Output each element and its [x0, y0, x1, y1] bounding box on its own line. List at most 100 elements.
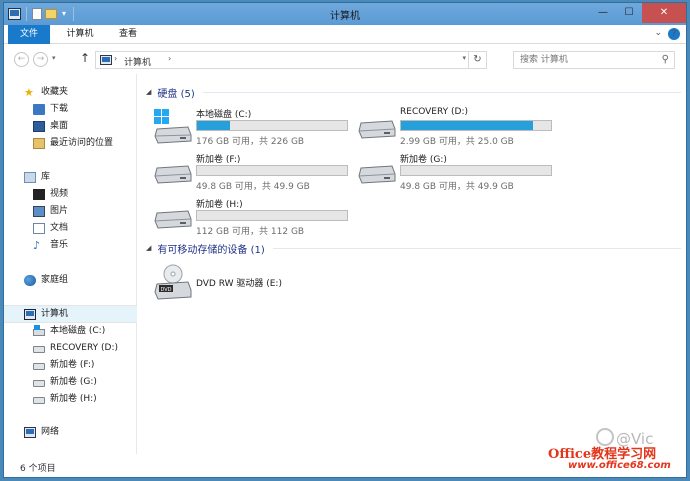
collapse-arrow-icon[interactable]: ◢: [146, 244, 151, 252]
drive-usage-bar: [400, 165, 552, 176]
ribbon-right: ⌄ ?: [654, 28, 680, 40]
sidebar-item-label: 新加卷 (G:): [50, 377, 97, 387]
ribbon-tabs: 文件 计算机 查看 ⌄ ?: [4, 25, 686, 44]
recent-locations-dropdown-icon[interactable]: ▾: [52, 54, 56, 62]
title-bar: ▾ 计算机 — ☐ ✕: [4, 3, 686, 25]
window-controls: — ☐ ✕: [590, 3, 686, 23]
sidebar-item-recent-places[interactable]: 最近访问的位置: [4, 135, 137, 151]
drive-icon: [33, 363, 45, 370]
address-bar[interactable]: › 计算机 › ▾ ↻: [95, 51, 487, 69]
sidebar-item-label: 库: [41, 172, 51, 182]
up-button[interactable]: ↑: [80, 51, 90, 65]
sidebar-item-libraries[interactable]: 库: [4, 169, 137, 185]
minimize-button[interactable]: —: [590, 3, 616, 23]
network-icon: [24, 426, 36, 438]
close-button[interactable]: ✕: [642, 3, 686, 23]
drive-space-info: 176 GB 可用，共 226 GB: [196, 137, 305, 147]
collapse-arrow-icon[interactable]: ◢: [146, 88, 151, 96]
sidebar-item-homegroup[interactable]: 家庭组: [4, 272, 137, 288]
content-pane: ◢ 硬盘 (5) 本地磁盘 (C:) 176 GB 可用，共 226 GB RE…: [138, 74, 686, 454]
group-header-removable[interactable]: ◢ 有可移动存储的设备 (1): [146, 240, 681, 256]
search-box[interactable]: ⚲: [513, 51, 675, 69]
group-header-harddisks[interactable]: ◢ 硬盘 (5): [146, 84, 681, 100]
sidebar-item-label: 本地磁盘 (C:): [50, 326, 106, 336]
sidebar-item-music[interactable]: ♪ 音乐: [4, 237, 137, 253]
drive-usage-bar: [400, 120, 552, 131]
drive-icon: [154, 210, 192, 229]
sidebar-item-documents[interactable]: 文档: [4, 220, 137, 236]
windows-drive-icon: [154, 109, 192, 144]
sidebar-item-drive-h[interactable]: 新加卷 (H:): [4, 391, 137, 407]
sidebar-item-videos[interactable]: 视频: [4, 186, 137, 202]
sidebar-item-drive-g[interactable]: 新加卷 (G:): [4, 374, 137, 390]
drive-tile-f[interactable]: 新加卷 (F:) 49.8 GB 可用，共 49.9 GB: [154, 152, 359, 196]
desktop-icon: [33, 120, 45, 132]
refresh-button[interactable]: ↻: [468, 52, 486, 68]
sidebar-item-desktop[interactable]: 桌面: [4, 118, 137, 134]
windows-drive-icon: [33, 325, 45, 336]
device-tile-dvd[interactable]: DVD DVD RW 驱动器 (E:): [154, 264, 354, 304]
sidebar-item-label: 音乐: [50, 240, 69, 250]
sidebar-item-favorites[interactable]: ★ 收藏夹: [4, 84, 137, 100]
sidebar-item-label: 新加卷 (H:): [50, 394, 97, 404]
computer-icon: [100, 55, 112, 65]
navigation-bar: ← → ▾ ↑ › 计算机 › ▾ ↻ ⚲: [4, 44, 686, 74]
group-divider: [202, 91, 681, 93]
explorer-window: ▾ 计算机 — ☐ ✕ 文件 计算机 查看 ⌄ ? ← → ▾ ↑ › 计算机 …: [3, 2, 687, 478]
sidebar-item-label: 收藏夹: [41, 87, 69, 97]
drive-tile-c[interactable]: 本地磁盘 (C:) 176 GB 可用，共 226 GB: [154, 107, 359, 151]
group-title: 硬盘 (5): [157, 88, 195, 100]
search-input[interactable]: [514, 52, 654, 68]
navigation-pane: ★ 收藏夹 下载 桌面 最近访问的位置 库 视频 图片 文档 ♪ 音乐 家庭组 …: [4, 74, 137, 454]
drive-usage-bar: [196, 120, 348, 131]
drive-tile-h[interactable]: 新加卷 (H:) 112 GB 可用，共 112 GB: [154, 197, 359, 241]
drive-tile-g[interactable]: 新加卷 (G:) 49.8 GB 可用，共 49.9 GB: [358, 152, 563, 196]
drive-usage-fill: [401, 121, 533, 130]
address-dropdown-icon[interactable]: ▾: [462, 54, 466, 62]
drive-tile-d[interactable]: RECOVERY (D:) 2.99 GB 可用，共 25.0 GB: [358, 107, 563, 151]
sidebar-item-pictures[interactable]: 图片: [4, 203, 137, 219]
sidebar-item-drive-c[interactable]: 本地磁盘 (C:): [4, 323, 137, 339]
drive-usage-bar: [196, 210, 348, 221]
drive-usage-bar: [196, 165, 348, 176]
tab-computer[interactable]: 计算机: [56, 25, 104, 44]
sidebar-item-label: 计算机: [41, 309, 69, 319]
watermark-url: www.office68.com: [568, 460, 671, 471]
drive-icon: [358, 120, 396, 139]
sidebar-item-network[interactable]: 网络: [4, 424, 137, 440]
help-icon[interactable]: ?: [668, 28, 680, 40]
search-icon[interactable]: ⚲: [662, 54, 669, 65]
drive-space-info: 49.8 GB 可用，共 49.9 GB: [400, 182, 514, 192]
star-icon: ★: [24, 85, 34, 99]
sidebar-item-label: 最近访问的位置: [50, 138, 114, 148]
sidebar-item-label: 图片: [50, 206, 69, 216]
tab-view[interactable]: 查看: [110, 25, 146, 44]
tab-file[interactable]: 文件: [8, 25, 50, 44]
drive-icon: [358, 165, 396, 184]
sidebar-item-label: 网络: [41, 427, 60, 437]
drive-icon: [33, 380, 45, 387]
breadcrumb-chevron-icon[interactable]: ›: [168, 54, 171, 63]
back-button[interactable]: ←: [14, 52, 29, 67]
drive-icon: [154, 165, 192, 184]
expand-ribbon-icon[interactable]: ⌄: [654, 28, 662, 40]
documents-icon: [33, 222, 45, 234]
sidebar-item-downloads[interactable]: 下载: [4, 101, 137, 117]
recent-places-icon: [33, 137, 45, 149]
drive-space-info: 49.8 GB 可用，共 49.9 GB: [196, 182, 310, 192]
downloads-folder-icon: [33, 103, 45, 115]
maximize-button[interactable]: ☐: [616, 3, 642, 23]
breadcrumb-chevron-icon[interactable]: ›: [114, 54, 117, 63]
sidebar-item-computer[interactable]: 计算机: [4, 305, 137, 323]
window-title: 计算机: [330, 11, 360, 22]
sidebar-item-label: 桌面: [50, 121, 69, 131]
drive-name: 新加卷 (G:): [400, 155, 447, 165]
breadcrumb-computer[interactable]: 计算机: [124, 55, 151, 68]
svg-text:DVD: DVD: [161, 287, 172, 293]
forward-button[interactable]: →: [33, 52, 48, 67]
homegroup-icon: [24, 274, 36, 286]
drive-space-info: 112 GB 可用，共 112 GB: [196, 227, 305, 237]
sidebar-item-drive-f[interactable]: 新加卷 (F:): [4, 357, 137, 373]
sidebar-item-drive-d[interactable]: RECOVERY (D:): [4, 340, 137, 356]
pictures-icon: [33, 205, 45, 217]
